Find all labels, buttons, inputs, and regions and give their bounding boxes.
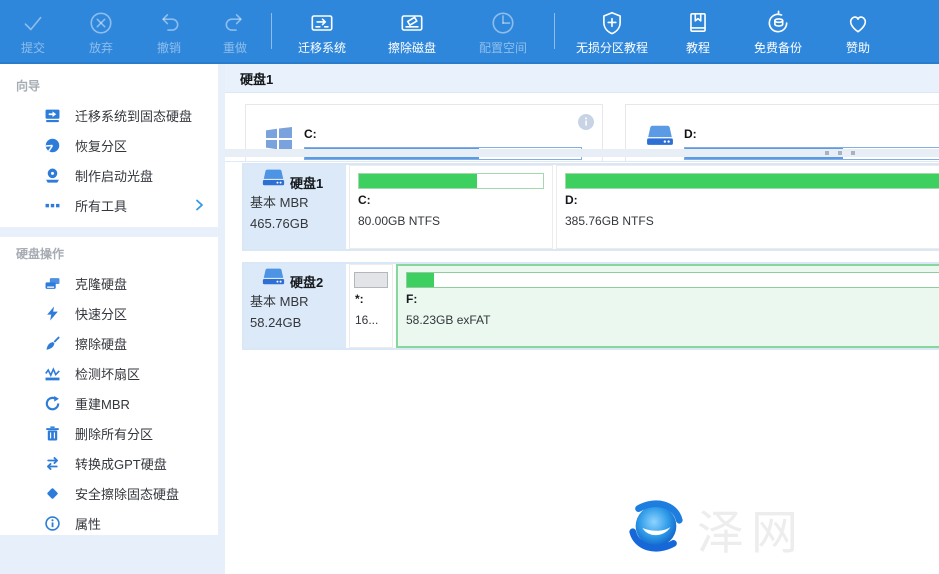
partition-c[interactable]: C: 80.00GB NTFS — [349, 165, 553, 249]
disk-capacity: 58.24GB — [250, 312, 342, 333]
toolbar-separator — [271, 13, 272, 49]
clone-disks-icon — [45, 275, 61, 291]
partition-reserved[interactable]: *: 16... — [349, 264, 393, 348]
hard-disk-icon — [646, 125, 674, 152]
sidebar-item-bootable-media[interactable]: 制作启动光盘 — [0, 160, 218, 190]
toolbar: 提交 放弃 撤销 重做 迁移系统 擦除磁盘 — [0, 0, 939, 64]
hard-disk-icon — [262, 169, 285, 192]
convert-arrows-icon — [45, 455, 61, 471]
sidebar-divider — [0, 227, 218, 237]
sidebar-section-wizard: 向导 — [0, 64, 218, 100]
disk2-info-block[interactable]: 硬盘2 基本 MBR 58.24GB — [244, 264, 346, 348]
disk-row-1: 硬盘1 基本 MBR 465.76GB C: 80.00GB NTFS D: 3… — [242, 163, 939, 251]
rebuild-cycle-icon — [45, 395, 61, 411]
sidebar-item-secure-erase-ssd[interactable]: 安全擦除固态硬盘 — [0, 478, 218, 508]
disk-name: 硬盘2 — [290, 272, 323, 291]
book-icon — [685, 9, 711, 37]
pie-chart-icon — [45, 137, 61, 153]
brush-icon — [45, 335, 61, 351]
partition-label: F: — [406, 292, 939, 306]
configure-space-button[interactable]: 配置空间 — [455, 0, 551, 62]
disk-type: 基本 MBR — [250, 192, 342, 213]
erase-disk-icon — [398, 9, 426, 37]
sidebar-item-convert-to-gpt[interactable]: 转换成GPT硬盘 — [0, 448, 218, 478]
sidebar: 向导 迁移系统到固态硬盘 恢复分区 制作启动光盘 所有工具 硬盘操作 — [0, 64, 218, 535]
partition-detail: 16... — [355, 313, 384, 327]
partition-f-selected[interactable]: F: 58.23GB exFAT — [396, 264, 939, 348]
migrate-system-button[interactable]: 迁移系统 — [275, 0, 369, 62]
partition-d[interactable]: D: 385.76GB NTFS — [556, 165, 939, 249]
lightning-icon — [45, 305, 61, 321]
partition-usage-bar — [354, 272, 388, 288]
sidebar-item-properties[interactable]: 属性 — [0, 508, 218, 538]
clock-pie-icon — [490, 9, 516, 37]
sidebar-item-all-tools[interactable]: 所有工具 — [0, 190, 218, 220]
sidebar-item-recover-partition[interactable]: 恢复分区 — [0, 130, 218, 160]
sidebar-item-clone-disk[interactable]: 克隆硬盘 — [0, 268, 218, 298]
ellipsis-icon — [45, 197, 61, 213]
undo-button[interactable]: 撤销 — [136, 0, 202, 62]
volume-label: C: — [304, 127, 317, 141]
sidebar-item-wipe-disk[interactable]: 擦除硬盘 — [0, 328, 218, 358]
main-panel: 硬盘1 C: D: — [225, 64, 939, 574]
info-icon[interactable] — [578, 114, 594, 130]
tutorial-button[interactable]: 教程 — [666, 0, 730, 62]
sidebar-item-migrate-to-ssd[interactable]: 迁移系统到固态硬盘 — [0, 100, 218, 130]
sidebar-item-quick-partition[interactable]: 快速分区 — [0, 298, 218, 328]
redo-icon — [222, 9, 248, 37]
partition-usage-bar — [358, 173, 544, 189]
partition-label: C: — [358, 193, 544, 207]
migrate-system-icon — [308, 9, 336, 37]
partition-label: *: — [355, 292, 384, 306]
tab-disk1[interactable]: 硬盘1 — [240, 69, 273, 88]
overview-resize-handle[interactable] — [225, 149, 939, 157]
backup-cycle-icon — [765, 9, 791, 37]
drag-dots-icon — [825, 151, 855, 155]
check-icon — [20, 9, 46, 37]
sidebar-section-disk-operations: 硬盘操作 — [0, 239, 218, 268]
eraser-icon — [45, 485, 61, 501]
sponsor-button[interactable]: 赞助 — [826, 0, 890, 62]
partition-usage-bar — [565, 173, 939, 189]
watermark: 泽网 — [625, 494, 805, 563]
volume-overview-strip: C: D: — [225, 93, 939, 162]
trash-icon — [45, 425, 61, 441]
disk-arrow-icon — [45, 107, 61, 123]
heart-icon — [845, 9, 871, 37]
volume-label: D: — [684, 127, 697, 141]
redo-button[interactable]: 重做 — [202, 0, 268, 62]
wave-icon — [45, 365, 61, 381]
sidebar-item-check-bad-sectors[interactable]: 检测坏扇区 — [0, 358, 218, 388]
disc-burner-icon — [45, 167, 61, 183]
watermark-text: 泽网 — [697, 494, 805, 563]
commit-button[interactable]: 提交 — [0, 0, 66, 62]
partition-detail: 80.00GB NTFS — [358, 214, 544, 228]
partition-usage-bar — [406, 272, 939, 288]
discard-button[interactable]: 放弃 — [66, 0, 136, 62]
disk-tab-bar: 硬盘1 — [225, 64, 939, 93]
sidebar-item-rebuild-mbr[interactable]: 重建MBR — [0, 388, 218, 418]
free-backup-button[interactable]: 免费备份 — [730, 0, 826, 62]
disk-name: 硬盘1 — [290, 173, 323, 192]
undo-icon — [156, 9, 182, 37]
lossless-partition-tutorial-button[interactable]: 无损分区教程 — [558, 0, 666, 62]
info-circle-icon — [45, 515, 61, 531]
toolbar-separator — [554, 13, 555, 49]
chevron-right-icon — [192, 198, 206, 217]
hard-disk-icon — [262, 268, 285, 291]
disk1-info-block[interactable]: 硬盘1 基本 MBR 465.76GB — [244, 165, 346, 249]
watermark-logo — [625, 495, 687, 562]
disk-row-2: 硬盘2 基本 MBR 58.24GB *: 16... F: 58.23GB e… — [242, 262, 939, 350]
disk-capacity: 465.76GB — [250, 213, 342, 234]
partition-detail: 385.76GB NTFS — [565, 214, 939, 228]
partition-detail: 58.23GB exFAT — [406, 313, 939, 327]
shield-plus-icon — [599, 9, 625, 37]
partition-manager-window: 提交 放弃 撤销 重做 迁移系统 擦除磁盘 — [0, 0, 939, 574]
partition-label: D: — [565, 193, 939, 207]
erase-disk-button[interactable]: 擦除磁盘 — [369, 0, 455, 62]
sidebar-item-delete-all-partitions[interactable]: 删除所有分区 — [0, 418, 218, 448]
disk-type: 基本 MBR — [250, 291, 342, 312]
circle-x-icon — [88, 9, 114, 37]
